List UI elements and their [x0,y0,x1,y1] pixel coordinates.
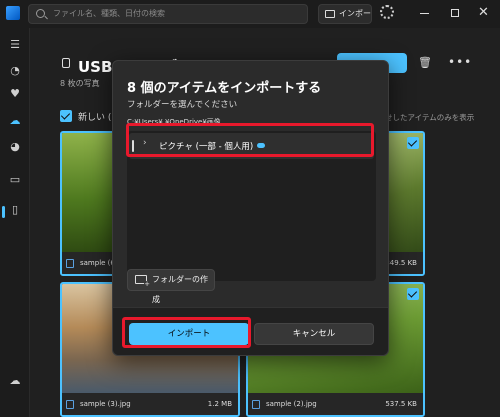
pc-icon[interactable]: ▭ [8,173,22,187]
import-icon [325,10,335,18]
photo-name: sample (3).jpg [80,400,131,408]
app-logo-icon [6,6,20,20]
close-icon[interactable]: ✕ [478,6,489,20]
dialog-cancel-button[interactable]: キャンセル [254,323,374,345]
onedrive-icon[interactable]: ☁ [8,114,22,128]
usb-small-icon [66,400,74,409]
dialog-subtitle: フォルダーを選んでください [127,100,238,110]
nav-active-indicator [2,206,5,218]
usb-icon[interactable]: ▯ [8,203,22,217]
photo-size: 1.2 MB [207,400,232,408]
import-button[interactable]: インポート [318,4,372,36]
photo-name: sample (2).jpg [266,400,317,408]
minimize-icon[interactable] [420,13,429,14]
heart-icon[interactable]: ♥ [8,87,22,101]
dialog-title: 8 個のアイテムをインポートする [127,81,322,96]
usb-drive-icon [62,58,70,68]
search-placeholder: ファイル名、種類、日付の検索 [53,9,165,18]
trash-icon[interactable]: 🗑 [418,56,432,69]
title-bar: ファイル名、種類、日付の検索 インポート ✕ [0,0,500,36]
photo-footer: sample (2).jpg 537.5 KB [248,393,423,415]
more-icon[interactable]: ••• [448,55,472,69]
maximize-icon[interactable] [451,9,459,17]
gear-icon[interactable] [380,5,394,19]
icloud-icon[interactable]: ◕ [8,140,22,154]
photo-footer: sample (3).jpg 1.2 MB [62,393,238,415]
highlight-box-import-button [122,317,251,348]
create-folder-label: フォルダーの作成 [152,275,208,304]
highlight-box-tree-item [126,123,374,157]
import-dialog: 8 個のアイテムをインポートする フォルダーを選んでください C:¥Users¥… [112,60,389,356]
photo-size: 537.5 KB [385,400,417,408]
new-folder-icon [135,275,150,288]
select-all-checkbox[interactable] [60,110,72,122]
cloud-icon[interactable]: ☁ [8,374,22,388]
nav-rail: ☰ ◔ ♥ ☁ ◕ ▭ ▯ ☁ [0,28,30,417]
gallery-icon[interactable]: ◔ [8,64,22,78]
filter-hint: せしたアイテムのみを表示 [385,113,475,122]
photo-size: 349.5 KB [385,259,417,267]
tile-checkbox[interactable] [407,137,419,149]
search-input[interactable]: ファイル名、種類、日付の検索 [28,4,308,24]
photo-count: 8 枚の写真 [60,79,100,88]
menu-icon[interactable]: ☰ [8,38,22,52]
tile-checkbox[interactable] [407,288,419,300]
usb-small-icon [66,259,74,268]
create-folder-button[interactable]: フォルダーの作成 [127,269,215,304]
usb-small-icon [252,400,260,409]
